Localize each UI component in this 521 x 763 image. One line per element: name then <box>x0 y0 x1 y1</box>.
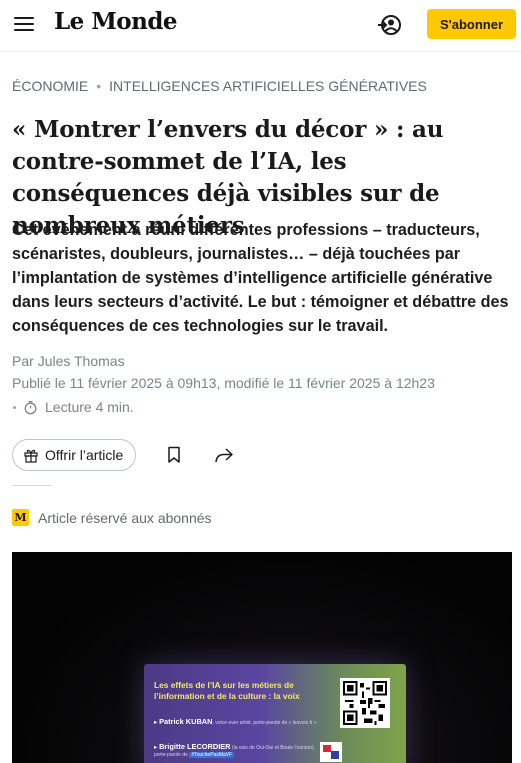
slide-title: Les effets de l’IA sur les métiers de l’… <box>154 680 300 701</box>
bookmark-button[interactable] <box>162 443 186 467</box>
breadcrumb: Économie • Intelligences artificielles gén… <box>12 78 427 94</box>
publication-dates: Publié le 11 février 2025 à 09h13, modif… <box>12 375 435 391</box>
site-logo[interactable]: Le Monde <box>54 8 178 35</box>
share-button[interactable] <box>212 443 236 467</box>
breadcrumb-separator: • <box>96 78 102 94</box>
article-photo: Les effets de l’IA sur les métiers de l’… <box>12 552 512 763</box>
reading-time: Lecture 4 min. <box>12 399 134 415</box>
offer-article-label: Offrir l’article <box>45 447 124 463</box>
site-header: Le Monde S'abonner <box>0 0 521 52</box>
gift-icon <box>24 449 38 463</box>
reading-time-label: Lecture 4 min. <box>45 399 134 415</box>
share-arrow-icon <box>215 448 234 463</box>
author-link[interactable]: Jules Thomas <box>38 353 125 369</box>
hashtag: #TouchePasMaVF <box>189 752 235 758</box>
bullet-dot <box>13 405 16 409</box>
article-actions: Offrir l’article <box>12 439 236 471</box>
speaker-2-name: Brigitte LECORDIER <box>159 742 231 751</box>
subscriber-only-label: Article réservé aux abonnés <box>38 509 212 526</box>
divider <box>12 485 52 486</box>
speaker-1-name: Patrick KUBAN <box>159 717 213 726</box>
qr-code-icon <box>343 681 387 725</box>
account-login-icon[interactable] <box>376 12 402 38</box>
stopwatch-icon <box>24 400 37 414</box>
hamburger-menu-icon[interactable] <box>14 16 34 32</box>
le-monde-m-badge-icon: M <box>12 509 29 526</box>
slide-speaker-1: ▸ Patrick KUBAN, voice-over artist, port… <box>154 717 317 726</box>
qr-code <box>340 678 390 728</box>
organizer-logo <box>320 742 342 762</box>
speaker-2-detail: (la voix de Oui-Oui et Boule l’ourson), <box>230 745 316 751</box>
speaker-1-detail: , voice-over artist, porte-parole de « l… <box>212 720 317 726</box>
breadcrumb-section-link[interactable]: Économie <box>12 78 88 94</box>
byline-prefix: Par <box>12 353 34 369</box>
breadcrumb-topic-link[interactable]: Intelligences artificielles génératives <box>109 78 427 94</box>
subscribe-button[interactable]: S'abonner <box>427 9 516 39</box>
speaker-2-line2-prefix: porte-parole de <box>154 752 190 758</box>
byline: Par Jules Thomas <box>12 353 125 369</box>
projection-screen: Les effets de l’IA sur les métiers de l’… <box>144 664 406 763</box>
bookmark-icon <box>168 446 181 463</box>
offer-article-button[interactable]: Offrir l’article <box>12 439 137 471</box>
subscriber-only-notice: M Article réservé aux abonnés <box>12 509 212 526</box>
article-lead: Cet événement a réuni différentes profes… <box>12 221 509 335</box>
